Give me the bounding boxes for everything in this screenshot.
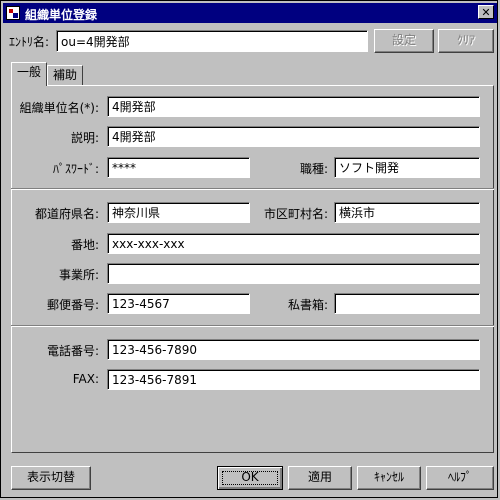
toggle-view-button[interactable]: 表示切替: [11, 466, 91, 490]
phone-input[interactable]: [107, 339, 480, 360]
clear-button[interactable]: ｸﾘｱ: [438, 29, 494, 53]
po-box-input[interactable]: [334, 293, 480, 314]
ok-button[interactable]: OK: [217, 466, 283, 490]
unit-name-input[interactable]: [107, 96, 480, 117]
app-icon: [6, 6, 20, 20]
entry-name-input[interactable]: [56, 30, 368, 52]
close-icon[interactable]: ✕: [478, 5, 494, 19]
title-bar[interactable]: 組織単位登録 ✕: [3, 3, 497, 23]
description-input[interactable]: [107, 126, 480, 147]
help-button[interactable]: ﾍﾙﾌﾟ: [426, 466, 494, 490]
window-title: 組織単位登録: [25, 8, 98, 22]
dialog-window: 組織単位登録 ✕ ｴﾝﾄﾘ名: 設定 ｸﾘｱ 一般 補助 組織単位名(*): 説…: [0, 0, 498, 498]
section-divider: [11, 325, 494, 327]
tab-general[interactable]: 一般: [11, 62, 47, 86]
postal-code-input[interactable]: [107, 293, 250, 314]
address-label: 番地:: [70, 238, 99, 252]
prefecture-label: 都道府県名:: [34, 207, 99, 221]
set-button[interactable]: 設定: [374, 29, 434, 53]
postal-code-label: 郵便番号:: [46, 298, 99, 312]
office-input[interactable]: [107, 263, 480, 284]
fax-label: FAX:: [72, 372, 99, 386]
cancel-button[interactable]: ｷｬﾝｾﾙ: [357, 466, 421, 490]
section-divider: [11, 188, 494, 190]
phone-label: 電話番号:: [46, 344, 99, 358]
unit-name-label: 組織単位名(*):: [19, 101, 99, 115]
password-label: ﾊﾟｽﾜｰﾄﾞ:: [52, 162, 99, 176]
job-type-label: 職種:: [299, 162, 328, 176]
po-box-label: 私書箱:: [287, 298, 328, 312]
fax-input[interactable]: [107, 369, 480, 390]
password-input[interactable]: [107, 157, 250, 178]
apply-button[interactable]: 適用: [288, 466, 352, 490]
city-label: 市区町村名:: [263, 207, 328, 221]
job-type-input[interactable]: [334, 157, 480, 178]
city-input[interactable]: [334, 202, 480, 223]
tab-auxiliary[interactable]: 補助: [47, 65, 83, 86]
office-label: 事業所:: [58, 268, 99, 282]
prefecture-input[interactable]: [107, 202, 250, 223]
address-input[interactable]: [107, 233, 480, 254]
description-label: 説明:: [70, 131, 99, 145]
entry-name-label: ｴﾝﾄﾘ名:: [9, 35, 50, 49]
